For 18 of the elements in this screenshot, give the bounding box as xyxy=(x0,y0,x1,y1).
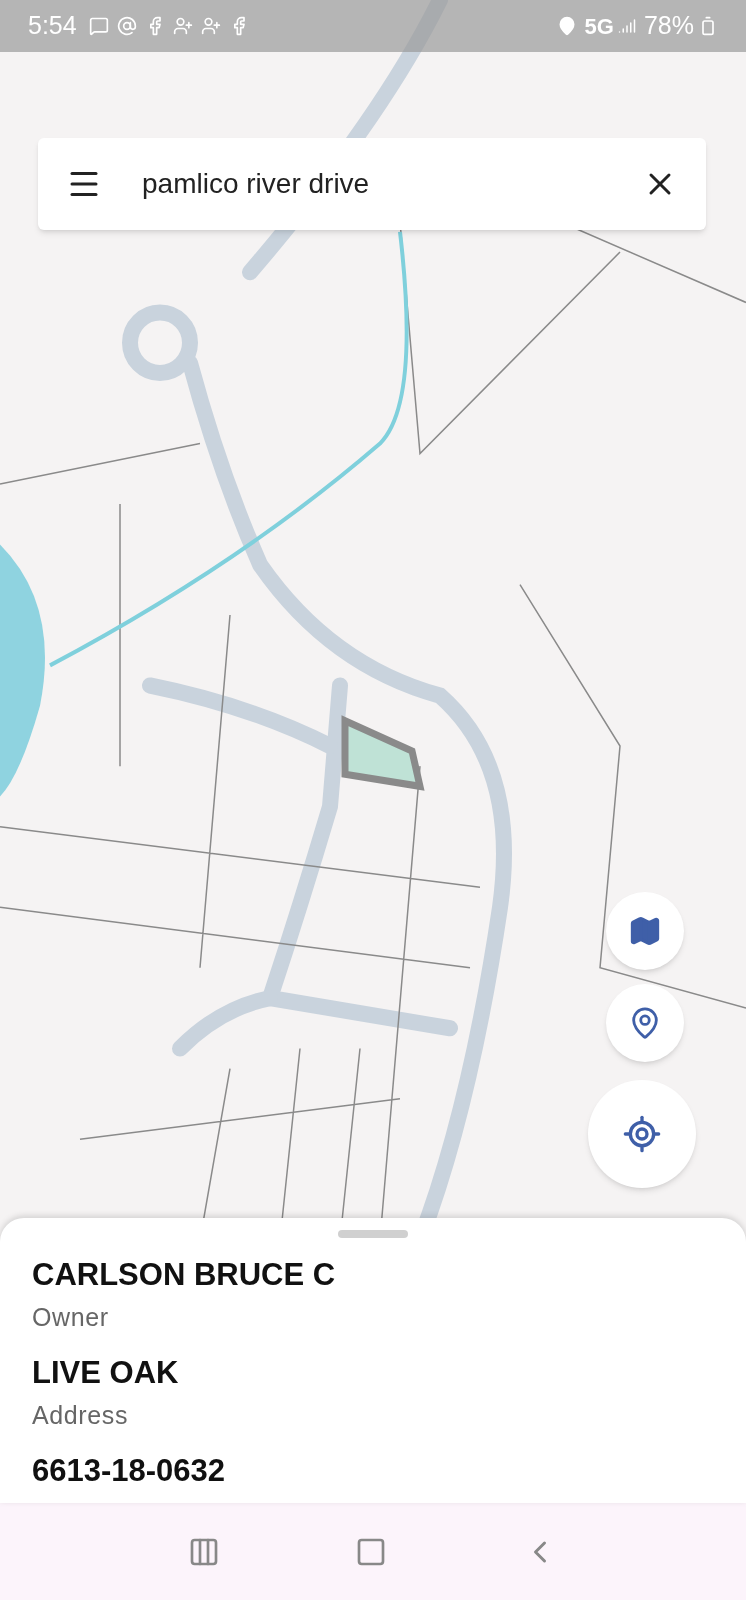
signal-icon xyxy=(617,17,636,35)
locate-icon xyxy=(622,1114,662,1154)
search-field[interactable]: pamlico river drive xyxy=(142,163,642,205)
battery-level: 78% xyxy=(643,10,694,42)
drag-handle[interactable] xyxy=(338,1230,408,1238)
search-bar[interactable]: pamlico river drive xyxy=(38,138,706,230)
network-label: 5G xyxy=(584,12,614,41)
message-icon xyxy=(88,16,109,36)
map-icon xyxy=(628,914,662,948)
field-label: Owner xyxy=(32,1301,110,1333)
field-label: Address xyxy=(32,1399,130,1431)
field-value: LIVE OAK xyxy=(32,1354,180,1392)
user-plus-icon xyxy=(200,16,221,36)
field-value: CARLSON BRUCE C xyxy=(32,1256,337,1294)
at-sign-icon xyxy=(116,16,137,36)
status-time: 5:54 xyxy=(28,10,77,42)
user-plus-icon xyxy=(172,16,193,36)
field-value: 6613-18-0632 xyxy=(32,1452,227,1490)
